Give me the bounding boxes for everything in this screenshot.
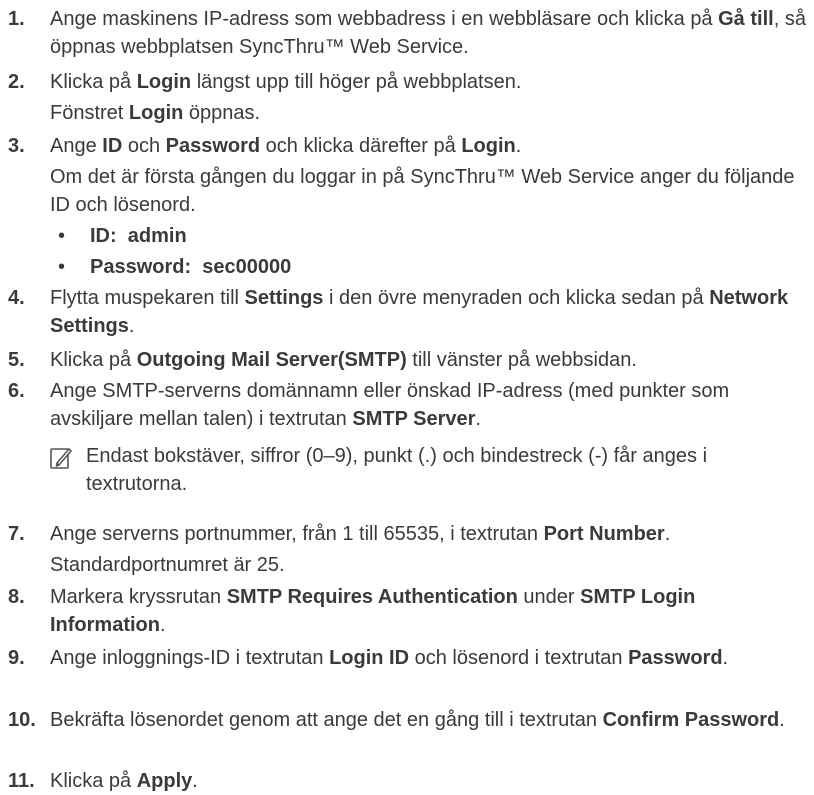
step-text-part: Klicka på xyxy=(50,71,137,93)
step-number: 3. xyxy=(8,135,25,157)
step-text-part: Fönstret xyxy=(50,102,129,124)
step-text-part: under xyxy=(517,586,581,608)
step-text-part: öppnas. xyxy=(183,102,261,124)
ui-term: ID xyxy=(102,135,123,157)
step-text: Klicka på Outgoing Mail Server(SMTP) til… xyxy=(50,346,808,374)
step-text-part: längst upp till höger på webbplatsen. xyxy=(191,71,522,93)
step-text-part: Ange xyxy=(50,135,103,157)
note-pencil-icon xyxy=(50,446,73,470)
step-text: Ange maskinens IP-adress som webbadress … xyxy=(50,5,808,61)
step-number: 1. xyxy=(8,8,25,30)
step-1: 1. Ange maskinens IP-adress som webbadre… xyxy=(8,5,808,61)
step-text-part: Klicka på xyxy=(50,349,137,371)
ui-term: Port Number xyxy=(543,523,665,545)
step-text-part: . xyxy=(722,647,729,669)
step-text-part: Flytta muspekaren till xyxy=(50,287,245,309)
step-number: 9. xyxy=(8,647,25,669)
step-text-part: Ange serverns portnummer, från 1 till 65… xyxy=(50,523,544,545)
ui-term: Outgoing Mail Server(SMTP) xyxy=(136,349,407,371)
ui-term: Password xyxy=(165,135,261,157)
step-number: 11. xyxy=(8,770,35,792)
step-7: 7. Ange serverns portnummer, från 1 till… xyxy=(8,520,808,548)
step-text: Ange ID och Password och klicka därefter… xyxy=(50,132,808,160)
step-11: 11. Klicka på Apply. xyxy=(8,767,808,795)
step-10: 10. Bekräfta lösenordet genom att ange d… xyxy=(8,706,808,734)
step-text-part: och lösenord i textrutan xyxy=(409,647,629,669)
note-block: Endast bokstäver, siffror (0–9), punkt (… xyxy=(50,442,790,498)
ui-term: SMTP Server xyxy=(352,408,476,430)
step-text-part: . xyxy=(475,408,481,430)
bullet-text: Password: sec00000 xyxy=(90,256,292,278)
step-text-part: och klicka därefter på xyxy=(260,135,462,157)
step-3-note: Om det är första gången du loggar in på … xyxy=(50,166,795,216)
step-2-result: Fönstret Login öppnas. xyxy=(50,99,260,127)
step-text: Flytta muspekaren till Settings i den öv… xyxy=(50,284,808,340)
step-3: 3. Ange ID och Password och klicka däref… xyxy=(8,132,808,160)
note-text: Endast bokstäver, siffror (0–9), punkt (… xyxy=(86,445,708,495)
ui-term: Confirm Password xyxy=(602,709,780,731)
bullet-id: • ID: admin xyxy=(58,222,187,250)
ui-term: Login ID xyxy=(329,647,410,669)
step-text-part: . xyxy=(160,614,166,636)
step-6: 6. Ange SMTP-serverns domännamn eller ön… xyxy=(8,377,808,433)
step-text: Markera kryssrutan SMTP Requires Authent… xyxy=(50,583,808,639)
step-text-part: Bekräfta lösenordet genom att ange det e… xyxy=(50,709,603,731)
step-text-part: . xyxy=(128,315,135,337)
bullet-dot: • xyxy=(58,256,66,278)
step-text-part: Markera kryssrutan xyxy=(50,586,227,608)
step-text-part: Klicka på xyxy=(50,770,137,792)
step-number: 2. xyxy=(8,71,25,93)
step-text: Klicka på Login längst upp till höger på… xyxy=(50,68,808,96)
step-text-part: Ange inloggnings-ID i textrutan xyxy=(50,647,330,669)
step-text-part: Ange maskinens IP-adress som webbadress … xyxy=(50,8,719,30)
step-5: 5. Klicka på Outgoing Mail Server(SMTP) … xyxy=(8,346,808,374)
step-2: 2. Klicka på Login längst upp till höger… xyxy=(8,68,808,96)
step-text: Ange inloggnings-ID i textrutan Login ID… xyxy=(50,644,808,672)
step-text: Ange SMTP-serverns domännamn eller önska… xyxy=(50,377,808,433)
ui-term: SMTP Requires Authentication xyxy=(226,586,518,608)
step-number: 7. xyxy=(8,523,25,545)
step-text: Klicka på Apply. xyxy=(50,767,808,795)
ui-term: Login xyxy=(136,71,192,93)
step-text: Ange serverns portnummer, från 1 till 65… xyxy=(50,520,808,548)
step-number: 10. xyxy=(8,709,36,731)
bullet-dot: • xyxy=(58,225,66,247)
ui-term: Login xyxy=(128,102,184,124)
step-number: 8. xyxy=(8,586,25,608)
bullet-text: ID: admin xyxy=(90,225,187,247)
step-text-part: och xyxy=(122,135,166,157)
step-4: 4. Flytta muspekaren till Settings i den… xyxy=(8,284,808,340)
step-number: 5. xyxy=(8,349,25,371)
step-7-note: Standardportnumret är 25. xyxy=(50,554,285,576)
step-number: 4. xyxy=(8,287,25,309)
step-text-part: . xyxy=(192,770,198,792)
step-text-part: till vänster på webbsidan. xyxy=(406,349,637,371)
step-9: 9. Ange inloggnings-ID i textrutan Login… xyxy=(8,644,808,672)
ui-term: Gå till xyxy=(718,8,774,30)
bullet-password: • Password: sec00000 xyxy=(58,253,291,281)
step-text: Bekräfta lösenordet genom att ange det e… xyxy=(50,706,808,734)
ui-term: Apply xyxy=(136,770,193,792)
step-text-part: . xyxy=(664,523,671,545)
step-text-part: . xyxy=(779,709,785,731)
step-text-part: i den övre menyraden och klicka sedan på xyxy=(323,287,710,309)
step-8: 8. Markera kryssrutan SMTP Requires Auth… xyxy=(8,583,808,639)
step-number: 6. xyxy=(8,380,25,402)
ui-term: Login xyxy=(461,135,516,157)
step-text-part: . xyxy=(515,135,522,157)
ui-term: Password xyxy=(628,647,723,669)
ui-term: Settings xyxy=(244,287,324,309)
